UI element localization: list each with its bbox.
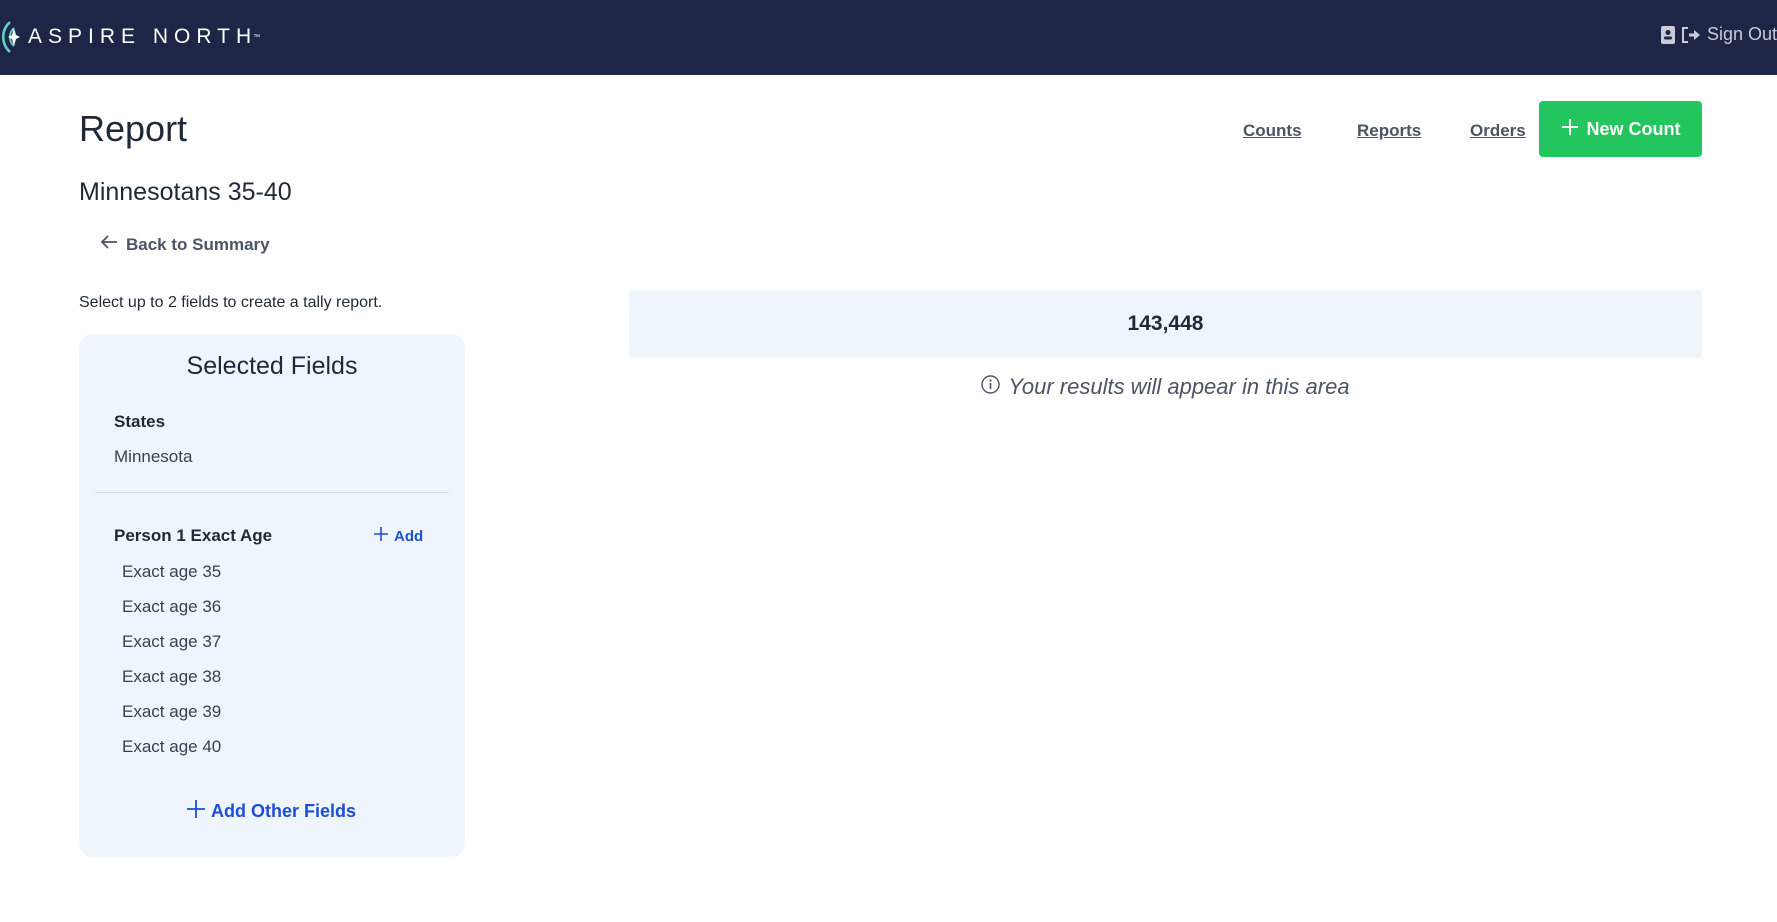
back-to-summary-label: Back to Summary bbox=[126, 234, 270, 254]
list-item: Exact age 37 bbox=[122, 632, 222, 651]
back-to-summary-link[interactable]: Back to Summary bbox=[100, 234, 270, 255]
list-item: Exact age 39 bbox=[122, 702, 222, 721]
plus-icon bbox=[374, 527, 388, 545]
total-count-value: 143,448 bbox=[1127, 312, 1204, 335]
add-other-fields-label: Add Other Fields bbox=[211, 801, 357, 821]
contact-card-icon[interactable] bbox=[1660, 25, 1675, 44]
list-item: Exact age 35 bbox=[122, 562, 222, 581]
new-count-button[interactable]: New Count bbox=[1539, 101, 1702, 157]
brand-name: ASPIRE NORTH bbox=[28, 25, 258, 48]
instructions-text: Select up to 2 fields to create a tally … bbox=[79, 294, 383, 311]
nav-link-counts[interactable]: Counts bbox=[1243, 121, 1302, 141]
add-age-label: Add bbox=[394, 527, 424, 545]
brand-logo[interactable]: ASPIRE NORTH ™ bbox=[0, 12, 260, 62]
topbar-actions: Sign Out bbox=[1660, 24, 1777, 45]
sign-out-icon[interactable] bbox=[1681, 26, 1701, 43]
plus-icon bbox=[1561, 118, 1579, 141]
nav-link-reports[interactable]: Reports bbox=[1357, 121, 1421, 141]
states-field-label: States bbox=[114, 412, 166, 431]
selected-fields-panel: Selected Fields States Minnesota Person … bbox=[79, 334, 465, 857]
list-item: Exact age 40 bbox=[122, 737, 222, 756]
top-navbar: ASPIRE NORTH ™ Sign Out bbox=[0, 0, 1777, 75]
add-age-button[interactable]: Add bbox=[374, 527, 423, 545]
total-count-box: 143,448 bbox=[629, 290, 1702, 358]
list-item: Exact age 36 bbox=[122, 597, 222, 616]
brand-trademark: ™ bbox=[253, 33, 261, 41]
list-item: Exact age 38 bbox=[122, 667, 222, 686]
arrow-left-icon bbox=[100, 234, 118, 255]
compass-star-icon bbox=[0, 12, 28, 62]
plus-icon bbox=[187, 800, 205, 823]
selected-fields-title: Selected Fields bbox=[186, 352, 358, 380]
nav-link-orders[interactable]: Orders bbox=[1470, 121, 1526, 141]
new-count-label: New Count bbox=[1586, 118, 1681, 139]
results-hint-text: Your results will appear in this area bbox=[1008, 374, 1350, 399]
info-icon bbox=[981, 374, 1001, 400]
field-divider bbox=[95, 492, 449, 493]
states-field-value: Minnesota bbox=[114, 447, 193, 466]
report-name: Minnesotans 35-40 bbox=[79, 178, 292, 206]
age-field-label: Person 1 Exact Age bbox=[114, 526, 273, 545]
add-other-fields-button[interactable]: Add Other Fields bbox=[187, 800, 356, 823]
page-title: Report bbox=[79, 108, 188, 149]
age-value-list: Exact age 35 Exact age 36 Exact age 37 E… bbox=[122, 554, 221, 764]
results-hint: Your results will appear in this area bbox=[629, 374, 1702, 400]
sign-out-link[interactable]: Sign Out bbox=[1707, 24, 1777, 45]
